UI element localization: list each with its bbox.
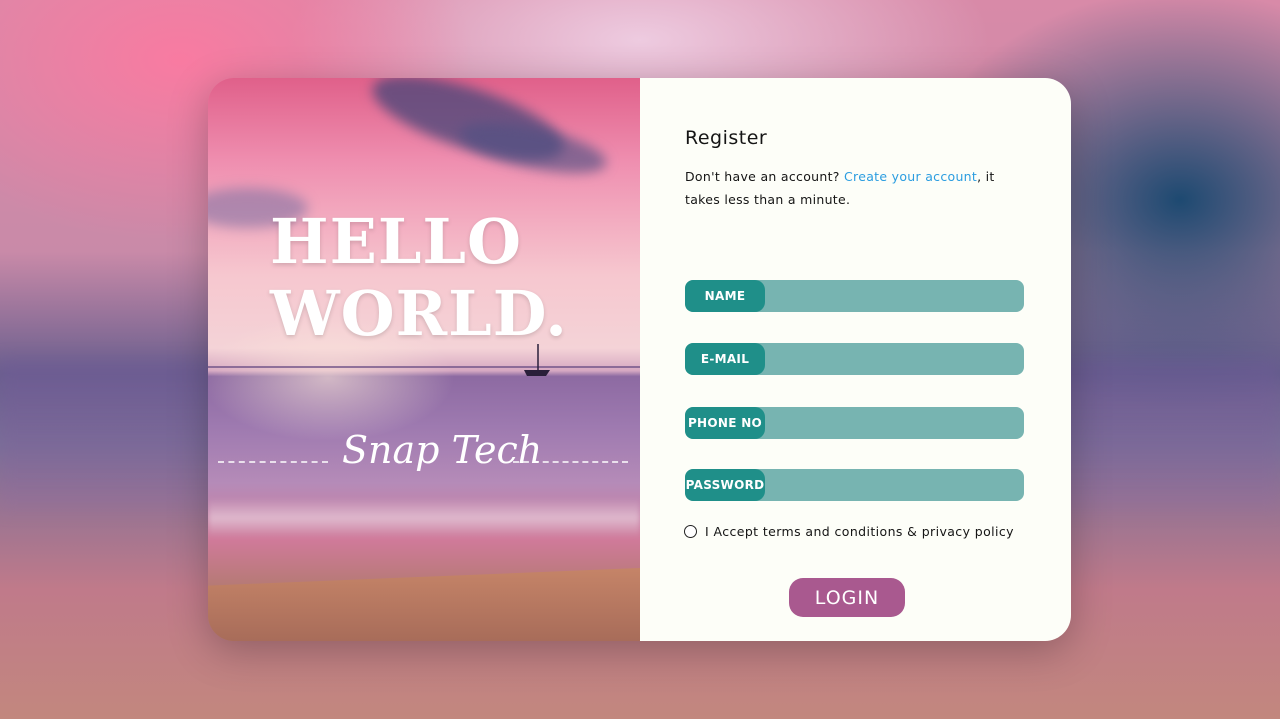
- name-input[interactable]: [765, 280, 1024, 312]
- subtitle-prefix: Don't have an account?: [685, 169, 845, 184]
- email-field: E-MAIL: [685, 343, 1024, 375]
- divider-left: [218, 461, 328, 463]
- password-input[interactable]: [765, 469, 1024, 501]
- login-button[interactable]: LOGIN: [789, 578, 905, 617]
- beach-sand: [208, 568, 640, 641]
- wave: [208, 498, 640, 538]
- register-card: HELLO WORLD. Snap Tech Register Don't ha…: [208, 78, 1071, 641]
- email-label: E-MAIL: [685, 343, 765, 375]
- horizon-line: [208, 366, 640, 368]
- terms-label: I Accept terms and conditions & privacy …: [705, 524, 1014, 539]
- terms-radio[interactable]: [684, 525, 697, 538]
- phone-label: PHONE NO: [685, 407, 765, 439]
- register-panel: Register Don't have an account? Create y…: [640, 78, 1071, 641]
- divider-right: [513, 461, 628, 463]
- hero-headline: HELLO WORLD.: [270, 206, 568, 350]
- create-account-link[interactable]: Create your account: [844, 169, 977, 184]
- phone-field: PHONE NO: [685, 407, 1024, 439]
- name-field: NAME: [685, 280, 1024, 312]
- register-subtitle: Don't have an account? Create your accou…: [685, 165, 1030, 211]
- email-input[interactable]: [765, 343, 1024, 375]
- phone-input[interactable]: [765, 407, 1024, 439]
- hero-headline-line2: WORLD.: [270, 277, 568, 350]
- password-field: PASSWORD: [685, 469, 1024, 501]
- hero-image: HELLO WORLD. Snap Tech: [208, 78, 640, 641]
- name-label: NAME: [685, 280, 765, 312]
- hero-headline-line1: HELLO: [270, 205, 523, 278]
- page-title: Register: [685, 127, 768, 149]
- password-label: PASSWORD: [685, 469, 765, 501]
- terms-row[interactable]: I Accept terms and conditions & privacy …: [684, 524, 1014, 539]
- brand-name: Snap Tech: [342, 428, 543, 472]
